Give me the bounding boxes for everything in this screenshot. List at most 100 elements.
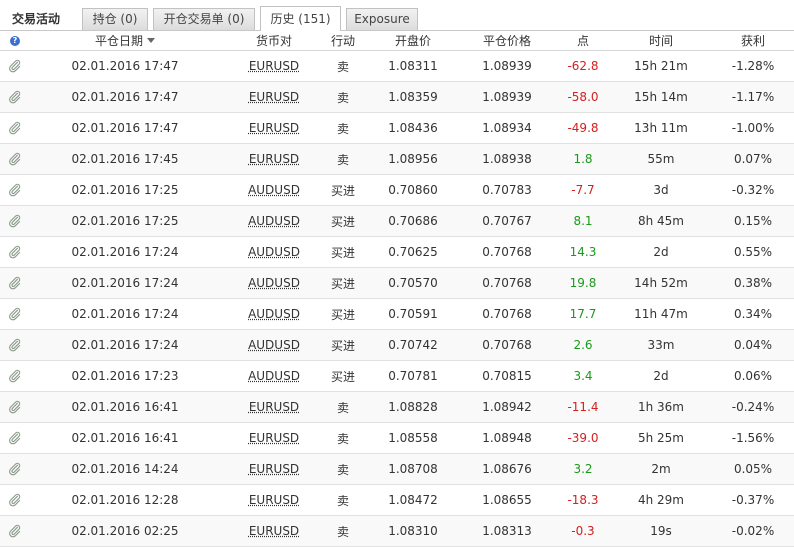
column-pair[interactable]: 货币对 [238,31,310,50]
points: -39.0 [567,431,599,445]
tab-exposure[interactable]: Exposure [346,8,418,30]
help-icon[interactable]: ? [10,35,20,46]
currency-pair-link[interactable]: EURUSD [238,454,310,484]
profit-percent: -0.37% [731,493,775,507]
currency-pair[interactable]: EURUSD [249,152,299,166]
table-row[interactable]: 02.01.2016 16:41 EURUSD 卖 1.08558 1.0894… [0,423,794,454]
currency-pair[interactable]: AUDUSD [248,338,300,352]
currency-pair-link[interactable]: EURUSD [238,423,310,453]
close-price: 0.70768 [482,307,532,321]
paperclip-icon[interactable] [4,361,26,391]
tab-history[interactable]: 历史 (151) [260,6,341,31]
close-price: 0.70815 [482,369,532,383]
paperclip-icon[interactable] [4,299,26,329]
currency-pair-link[interactable]: AUDUSD [238,268,310,298]
currency-pair[interactable]: EURUSD [249,431,299,445]
paperclip-icon[interactable] [4,392,26,422]
currency-pair[interactable]: EURUSD [249,493,299,507]
points: -0.3 [571,524,595,538]
column-time[interactable]: 时间 [622,31,700,50]
tab-open-orders[interactable]: 开仓交易单 (0) [153,8,255,30]
currency-pair-link[interactable]: EURUSD [238,51,310,81]
column-open-price[interactable]: 开盘价 [378,31,448,50]
currency-pair-link[interactable]: AUDUSD [238,206,310,236]
table-row[interactable]: 02.01.2016 14:24 EURUSD 卖 1.08708 1.0867… [0,454,794,485]
close-date: 02.01.2016 17:47 [71,90,179,104]
table-row[interactable]: 02.01.2016 02:25 EURUSD 卖 1.08310 1.0831… [0,516,794,547]
currency-pair-link[interactable]: AUDUSD [238,330,310,360]
table-row[interactable]: 02.01.2016 17:24 AUDUSD 买进 0.70570 0.707… [0,268,794,299]
help-button[interactable]: ? [4,31,26,50]
column-profit[interactable]: 获利 [712,31,794,50]
close-date: 02.01.2016 17:47 [71,121,179,135]
close-price: 1.08948 [482,431,532,445]
column-close-date[interactable]: 平仓日期 [60,31,190,50]
close-date: 02.01.2016 16:41 [71,400,179,414]
column-points[interactable]: 点 [546,31,620,50]
currency-pair[interactable]: AUDUSD [248,245,300,259]
table-row[interactable]: 02.01.2016 17:47 EURUSD 卖 1.08359 1.0893… [0,82,794,113]
currency-pair-link[interactable]: EURUSD [238,392,310,422]
currency-pair[interactable]: AUDUSD [248,214,300,228]
currency-pair-link[interactable]: AUDUSD [238,361,310,391]
close-date: 02.01.2016 17:24 [71,276,179,290]
paperclip-icon[interactable] [4,237,26,267]
currency-pair-link[interactable]: EURUSD [238,113,310,143]
table-row[interactable]: 02.01.2016 16:41 EURUSD 卖 1.08828 1.0894… [0,392,794,423]
close-price: 0.70768 [482,245,532,259]
currency-pair[interactable]: EURUSD [249,121,299,135]
currency-pair-link[interactable]: AUDUSD [238,299,310,329]
profit-percent: -0.02% [731,524,775,538]
paperclip-icon[interactable] [4,485,26,515]
currency-pair[interactable]: AUDUSD [248,369,300,383]
paperclip-icon[interactable] [4,113,26,143]
table-row[interactable]: 02.01.2016 17:24 AUDUSD 买进 0.70591 0.707… [0,299,794,330]
paperclip-icon[interactable] [4,454,26,484]
paperclip-icon[interactable] [4,330,26,360]
currency-pair[interactable]: EURUSD [249,524,299,538]
column-close-price[interactable]: 平仓价格 [470,31,544,50]
currency-pair-link[interactable]: EURUSD [238,82,310,112]
currency-pair[interactable]: AUDUSD [248,183,300,197]
currency-pair-link[interactable]: EURUSD [238,485,310,515]
currency-pair-link[interactable]: EURUSD [238,516,310,546]
duration: 2m [651,462,671,476]
table-row[interactable]: 02.01.2016 12:28 EURUSD 卖 1.08472 1.0865… [0,485,794,516]
currency-pair-link[interactable]: EURUSD [238,144,310,174]
paperclip-icon[interactable] [4,423,26,453]
trade-action: 买进 [330,369,355,384]
table-row[interactable]: 02.01.2016 17:25 AUDUSD 买进 0.70686 0.707… [0,206,794,237]
currency-pair[interactable]: EURUSD [249,59,299,73]
currency-pair-link[interactable]: AUDUSD [238,237,310,267]
duration: 1h 36m [637,400,684,414]
table-row[interactable]: 02.01.2016 17:23 AUDUSD 买进 0.70781 0.708… [0,361,794,392]
column-action[interactable]: 行动 [316,31,370,50]
paperclip-icon[interactable] [4,175,26,205]
points: -49.8 [567,121,599,135]
currency-pair[interactable]: EURUSD [249,90,299,104]
paperclip-icon[interactable] [4,144,26,174]
currency-pair-link[interactable]: AUDUSD [238,175,310,205]
tab-bar: 交易活动 持仓 (0) 开仓交易单 (0) 历史 (151) Exposure [0,0,794,31]
table-row[interactable]: 02.01.2016 17:25 AUDUSD 买进 0.70860 0.707… [0,175,794,206]
table-row[interactable]: 02.01.2016 17:45 EURUSD 卖 1.08956 1.0893… [0,144,794,175]
currency-pair[interactable]: AUDUSD [248,276,300,290]
table-row[interactable]: 02.01.2016 17:24 AUDUSD 买进 0.70742 0.707… [0,330,794,361]
trade-action: 买进 [330,245,355,260]
profit-percent: -1.56% [731,431,775,445]
paperclip-icon[interactable] [4,82,26,112]
paperclip-icon[interactable] [4,516,26,546]
paperclip-icon[interactable] [4,206,26,236]
currency-pair[interactable]: EURUSD [249,462,299,476]
duration: 4h 29m [637,493,684,507]
paperclip-icon[interactable] [4,268,26,298]
table-row[interactable]: 02.01.2016 17:47 EURUSD 卖 1.08436 1.0893… [0,113,794,144]
currency-pair[interactable]: AUDUSD [248,307,300,321]
table-row[interactable]: 02.01.2016 17:47 EURUSD 卖 1.08311 1.0893… [0,51,794,82]
currency-pair[interactable]: EURUSD [249,400,299,414]
duration: 55m [647,152,675,166]
tab-positions[interactable]: 持仓 (0) [82,8,148,30]
paperclip-icon[interactable] [4,51,26,81]
table-row[interactable]: 02.01.2016 17:24 AUDUSD 买进 0.70625 0.707… [0,237,794,268]
trade-action: 买进 [330,338,355,353]
